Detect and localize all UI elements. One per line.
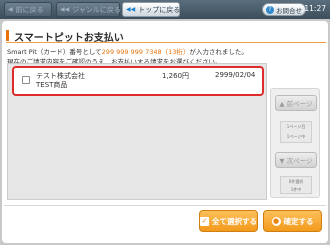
bill-checkbox[interactable]	[22, 76, 30, 84]
confirm-button[interactable]: ● 確定する	[263, 210, 322, 232]
bill-row[interactable]: テスト株式会社 TEST商品 1,260円 2999/02/04	[12, 66, 264, 96]
bill-due-date: 2999/02/04	[215, 71, 256, 79]
card-number: 299 999 999 7348（13桁）	[101, 48, 190, 56]
help-button-label: お問合せ	[276, 6, 302, 15]
top-button-label: トップに戻る	[138, 5, 181, 14]
back-button[interactable]: ◀ 前に戻る	[4, 2, 52, 17]
page-header: スマートピットお支払い	[2, 27, 328, 44]
page-indicator: 1ページ目 1ページ中	[280, 121, 312, 143]
back-icon: ◀	[8, 6, 13, 13]
title-accent-bar	[6, 30, 9, 41]
checkmark-icon: ✓	[200, 216, 209, 226]
card-number-message: Smart Pit（カード）番号として299 999 999 7348（13桁）…	[7, 46, 248, 56]
help-icon: ?	[266, 5, 274, 14]
page-current: 1ページ目	[286, 124, 306, 129]
clock: 11:27	[304, 4, 326, 13]
title-divider	[6, 42, 326, 43]
help-button[interactable]: ? お問合せ	[262, 3, 306, 16]
genre-button-label: ジャンルに戻る	[72, 5, 121, 14]
select-all-label: 全て選択する	[212, 216, 257, 226]
footer-divider	[4, 205, 326, 206]
confirm-label: 確定する	[283, 216, 314, 226]
prev-page-button[interactable]: ▲ 前ページ	[275, 95, 317, 111]
next-page-button[interactable]: ▼ 次ページ	[275, 152, 317, 168]
bill-product: TEST商品	[36, 81, 68, 89]
back-to-genre-button[interactable]: ◀◀ ジャンルに戻る	[56, 2, 121, 17]
card-message-prefix: Smart Pit（カード）番号として	[7, 48, 102, 56]
top-icon: ◀◀	[126, 6, 136, 13]
selected-total: 1件中	[290, 187, 302, 192]
select-all-button[interactable]: ✓ 全て選択する	[199, 210, 258, 232]
page-total: 1ページ中	[286, 134, 306, 139]
circle-icon: ●	[271, 216, 281, 226]
bill-amount: 1,260円	[162, 72, 190, 80]
selection-indicator: 0件選択 1件中	[280, 176, 312, 194]
card-message-suffix: が入力されました。	[189, 48, 248, 56]
selected-count: 0件選択	[288, 179, 304, 184]
genre-icon: ◀◀	[60, 6, 70, 13]
back-button-label: 前に戻る	[15, 5, 44, 14]
back-to-top-button[interactable]: ◀◀ トップに戻る	[122, 2, 180, 17]
